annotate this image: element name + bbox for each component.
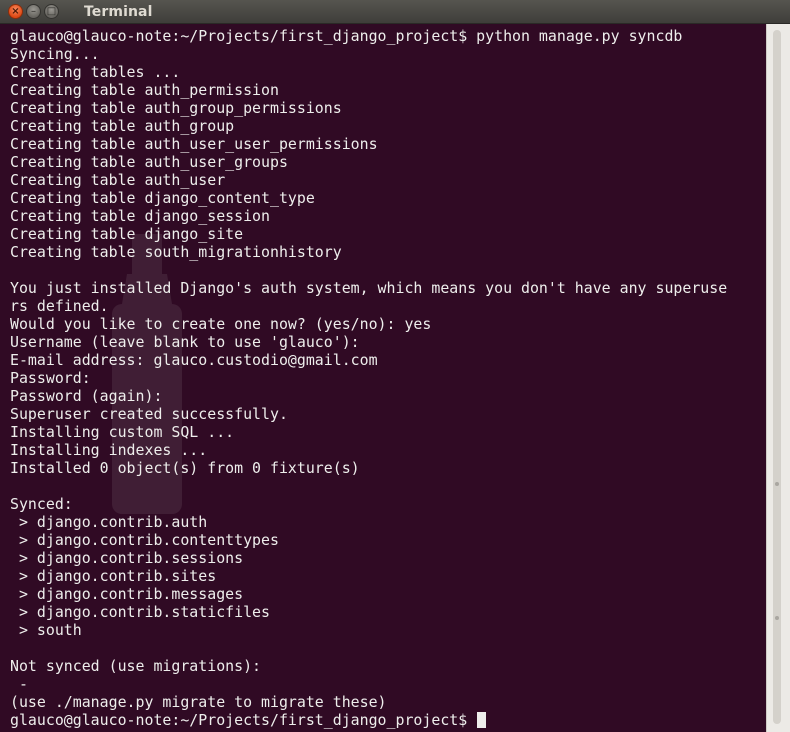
terminal-line: Not synced (use migrations): — [10, 657, 262, 675]
terminal-line: Syncing... — [10, 45, 100, 63]
close-button[interactable]: × — [8, 4, 23, 19]
terminal-line: > south — [10, 621, 82, 639]
terminal-line: Creating table auth_user_user_permission… — [10, 135, 378, 153]
terminal-line: > django.contrib.staticfiles — [10, 603, 270, 621]
minimize-icon: – — [31, 5, 36, 17]
terminal-line: glauco@glauco-note:~/Projects/first_djan… — [10, 27, 683, 45]
terminal-output: glauco@glauco-note:~/Projects/first_djan… — [10, 27, 727, 729]
prompt-line[interactable]: glauco@glauco-note:~/Projects/first_djan… — [10, 711, 727, 729]
terminal-line: > django.contrib.contenttypes — [10, 531, 279, 549]
terminal-line: - — [10, 675, 37, 693]
terminal-line: Superuser created successfully. — [10, 405, 288, 423]
close-icon: × — [11, 5, 20, 17]
terminal-line: Creating table south_migrationhistory — [10, 243, 342, 261]
terminal-line: Creating table auth_user_groups — [10, 153, 288, 171]
terminal-line: Installed 0 object(s) from 0 fixture(s) — [10, 459, 360, 477]
scrollbar-grip-dot — [775, 482, 779, 486]
terminal-line: > django.contrib.auth — [10, 513, 208, 531]
terminal-line: rs defined. — [10, 297, 109, 315]
text-cursor — [477, 712, 487, 728]
scrollbar-grip-dot — [775, 616, 779, 620]
title-bar[interactable]: × – □ Terminal — [0, 0, 790, 24]
terminal-line: Creating tables ... — [10, 63, 181, 81]
terminal-line: Password: — [10, 369, 91, 387]
vertical-scrollbar[interactable] — [766, 24, 790, 732]
minimize-button[interactable]: – — [26, 4, 41, 19]
terminal-line: Installing indexes ... — [10, 441, 208, 459]
terminal-line: You just installed Django's auth system,… — [10, 279, 728, 297]
terminal-line: (use ./manage.py migrate to migrate thes… — [10, 693, 387, 711]
terminal-line: Installing custom SQL ... — [10, 423, 235, 441]
shell-prompt: glauco@glauco-note:~/Projects/first_djan… — [10, 711, 477, 729]
terminal-line: Synced: — [10, 495, 73, 513]
terminal-line: Username (leave blank to use 'glauco'): — [10, 333, 360, 351]
terminal-line: Creating table auth_user — [10, 171, 226, 189]
terminal-line: Creating table auth_group — [10, 117, 235, 135]
terminal-window: × – □ Terminal glauco@glauco-note:~/Proj… — [0, 0, 790, 732]
terminal-line: Creating table django_session — [10, 207, 270, 225]
window-title: Terminal — [84, 4, 153, 20]
terminal-line: Creating table django_site — [10, 225, 244, 243]
terminal-line: Creating table django_content_type — [10, 189, 315, 207]
terminal-line: Would you like to create one now? (yes/n… — [10, 315, 432, 333]
terminal-line: Password (again): — [10, 387, 163, 405]
terminal-area[interactable]: glauco@glauco-note:~/Projects/first_djan… — [0, 24, 766, 732]
maximize-button[interactable]: □ — [44, 4, 59, 19]
terminal-line: Creating table auth_group_permissions — [10, 99, 342, 117]
terminal-line: Creating table auth_permission — [10, 81, 279, 99]
terminal-line: > django.contrib.messages — [10, 585, 244, 603]
maximize-icon: □ — [46, 5, 57, 17]
terminal-line: E-mail address: glauco.custodio@gmail.co… — [10, 351, 378, 369]
terminal-line: > django.contrib.sites — [10, 567, 217, 585]
terminal-line: > django.contrib.sessions — [10, 549, 244, 567]
